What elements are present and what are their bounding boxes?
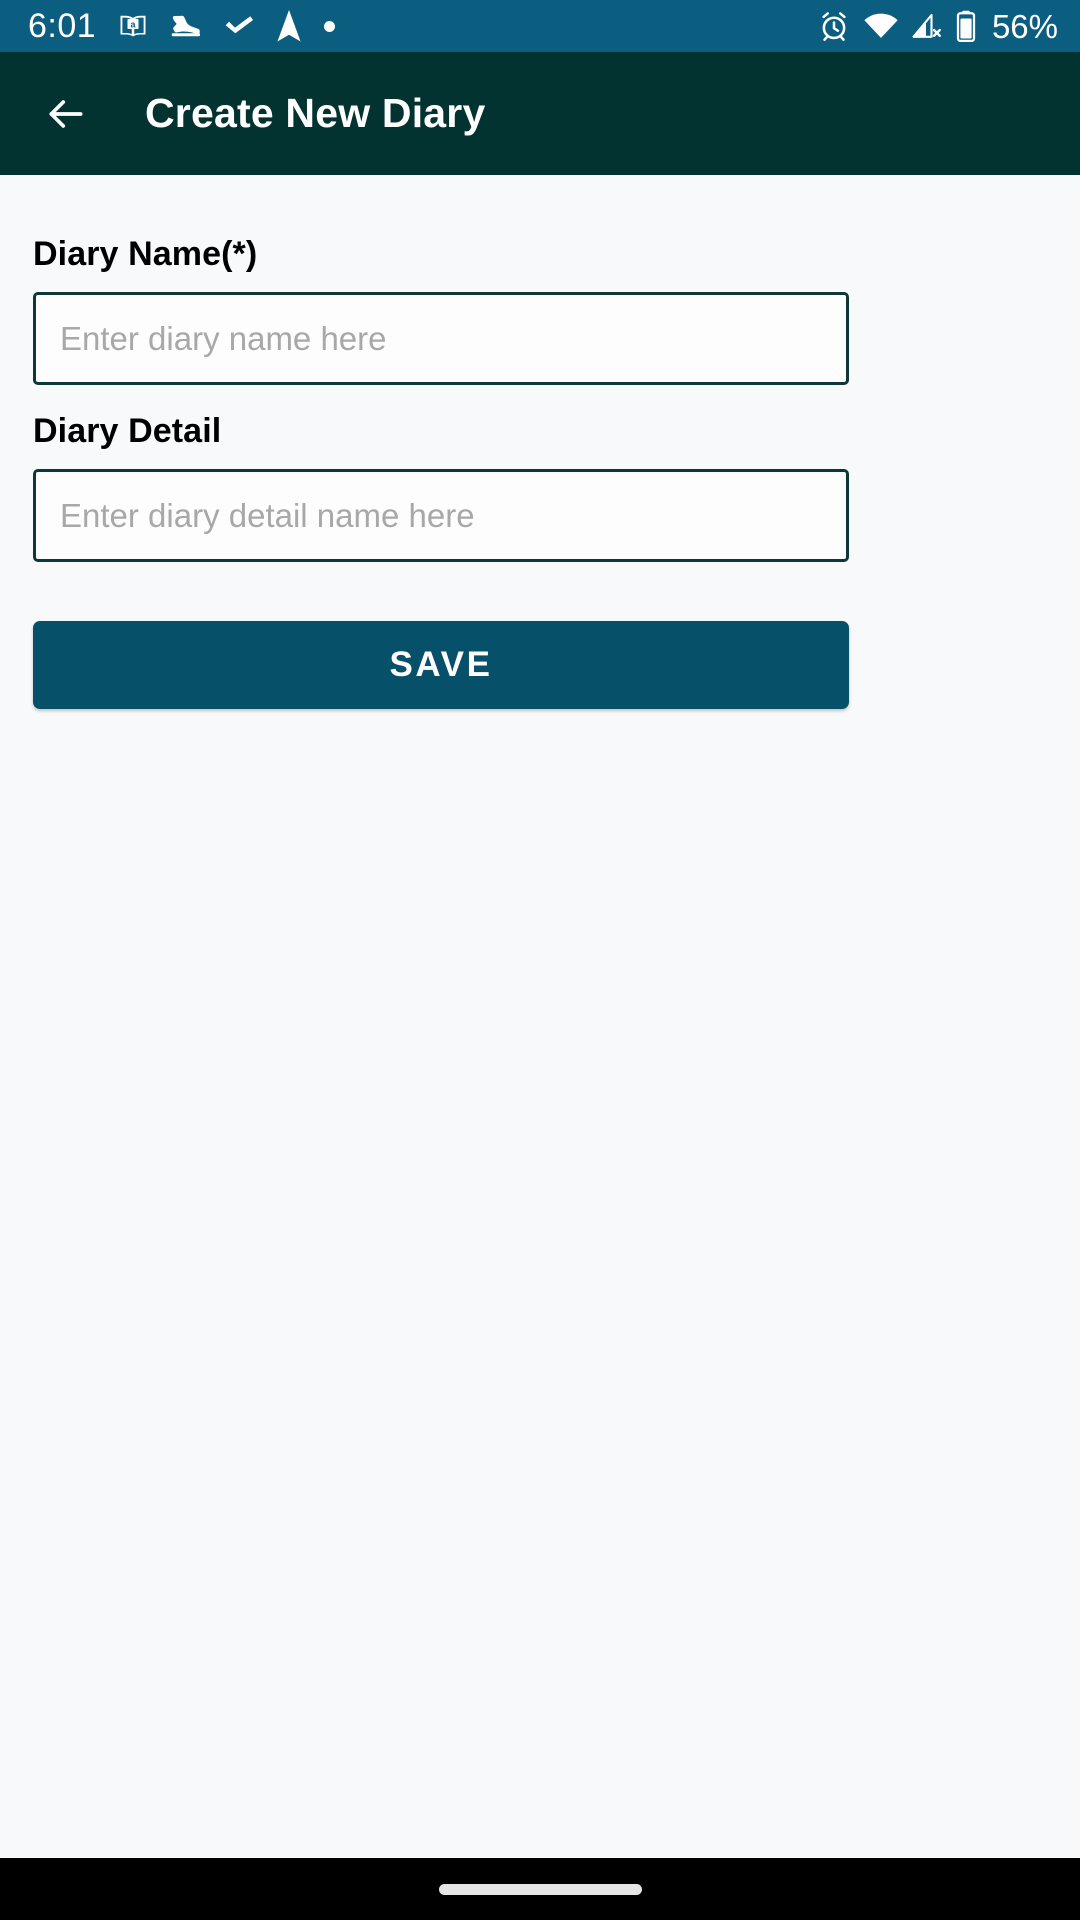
diary-detail-input[interactable] <box>33 469 849 562</box>
diary-detail-label: Diary Detail <box>33 412 222 450</box>
system-navigation-bar <box>0 1858 1080 1920</box>
form-content: Diary Name(*) Diary Detail SAVE <box>0 175 1080 1858</box>
status-bar-clock: 6:01 <box>28 7 97 45</box>
checkmark-icon <box>224 14 254 38</box>
wifi-icon <box>864 13 898 39</box>
battery-percentage-label: 56% <box>991 7 1058 45</box>
save-button[interactable]: SAVE <box>33 621 849 709</box>
battery-icon <box>956 10 976 42</box>
back-button[interactable] <box>38 86 94 142</box>
navigation-arrow-icon <box>276 10 302 42</box>
home-gesture-pill[interactable] <box>438 1883 642 1895</box>
back-arrow-icon <box>49 99 83 128</box>
sneaker-shoe-icon <box>170 12 202 40</box>
diary-name-label: Diary Name(*) <box>33 235 258 273</box>
dot-indicator-icon <box>324 20 336 32</box>
alarm-clock-icon <box>818 10 850 42</box>
diary-name-input[interactable] <box>33 292 849 385</box>
cellular-no-signal-icon <box>912 12 942 40</box>
page-title: Create New Diary <box>145 90 486 136</box>
app-bar: Create New Diary <box>0 52 1080 175</box>
status-bar: 6:01 a 56% <box>0 0 1080 52</box>
phone-screen: 6:01 a 56% Create New Diary Diary Name(*… <box>0 0 1080 1920</box>
status-bar-right-group: 56% <box>818 10 1058 43</box>
status-bar-left-group: 6:01 a <box>28 7 336 45</box>
kindle-book-icon: a <box>118 11 148 41</box>
